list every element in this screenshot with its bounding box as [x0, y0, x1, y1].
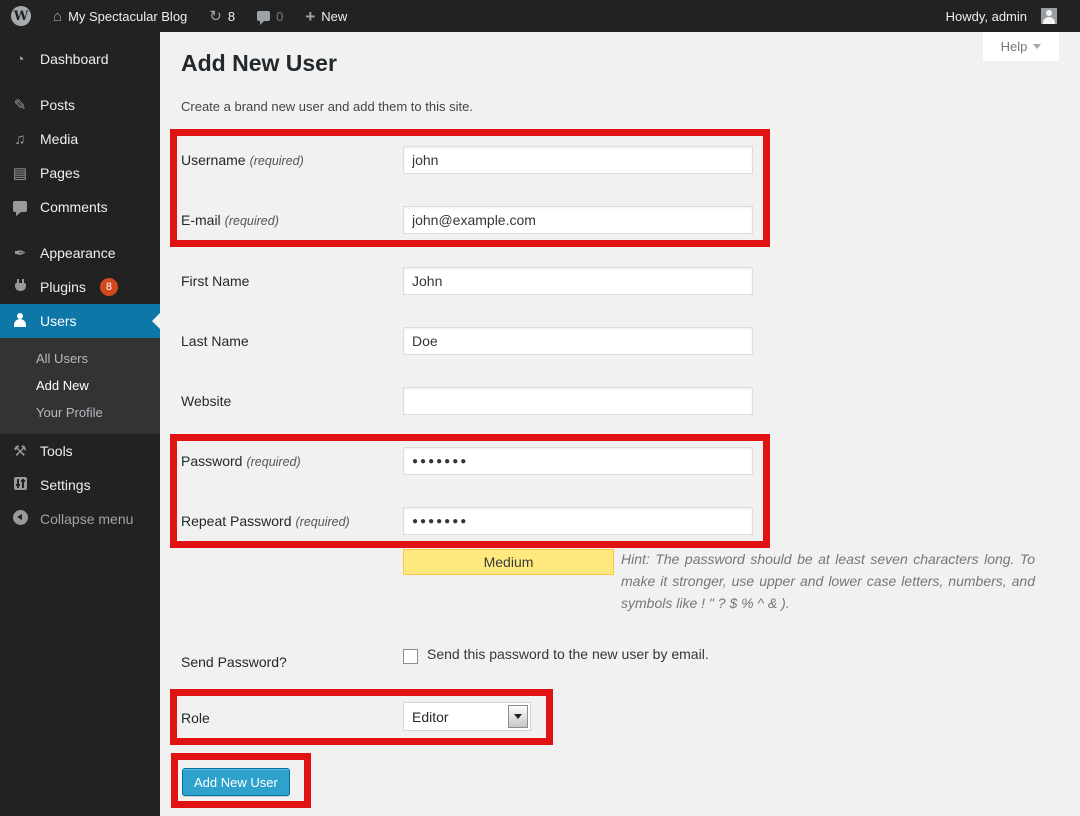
plus-icon: +: [305, 8, 315, 25]
main-content: Help Add New User Create a brand new use…: [160, 32, 1080, 816]
collapse-menu-label: Collapse menu: [40, 511, 133, 527]
users-submenu: All Users Add New Your Profile: [0, 338, 160, 434]
sidebar-item-tools[interactable]: ⚒ Tools: [0, 434, 160, 468]
updates-link[interactable]: ↻ 8: [198, 0, 246, 32]
new-label: New: [321, 9, 347, 24]
site-name-link[interactable]: ⌂ My Spectacular Blog: [42, 0, 198, 32]
last-name-label: Last Name: [181, 327, 399, 355]
chevron-down-icon: [514, 714, 522, 719]
pages-icon: ▤: [10, 166, 30, 181]
user-icon: [10, 313, 30, 330]
avatar: [1041, 8, 1057, 24]
role-label: Role: [181, 704, 399, 732]
comments-count: 0: [276, 9, 283, 24]
repeat-password-label: Repeat Password(required): [181, 507, 399, 536]
wrench-icon: ⚒: [10, 444, 30, 459]
website-input[interactable]: [403, 387, 753, 415]
menu-separator: [0, 76, 160, 88]
media-icon: ♫: [10, 132, 30, 147]
sliders-icon: [10, 477, 30, 493]
comment-bubble-icon: [257, 11, 270, 21]
first-name-input[interactable]: [403, 267, 753, 295]
current-menu-arrow: [152, 313, 160, 329]
password-strength-meter: Medium: [403, 549, 614, 575]
email-label: E-mail(required): [181, 206, 399, 235]
howdy-label: Howdy, admin: [946, 9, 1027, 24]
sidebar-item-posts[interactable]: ✎ Posts: [0, 88, 160, 122]
send-password-label: Send Password?: [181, 648, 399, 676]
sidebar-item-label: Comments: [40, 199, 108, 215]
updates-count: 8: [228, 9, 235, 24]
my-account-menu[interactable]: Howdy, admin: [935, 0, 1068, 32]
role-selected-value: Editor: [412, 709, 449, 725]
sidebar-item-plugins[interactable]: Plugins 8: [0, 270, 160, 304]
new-content-menu[interactable]: + New: [294, 0, 358, 32]
sidebar-item-settings[interactable]: Settings: [0, 468, 160, 502]
updates-icon: ↻: [209, 9, 222, 24]
username-input[interactable]: [403, 146, 753, 174]
wordpress-menu[interactable]: W: [0, 0, 42, 32]
sidebar-item-label: Appearance: [40, 245, 116, 261]
collapse-menu-button[interactable]: Collapse menu: [0, 502, 160, 536]
brush-icon: ✒: [10, 246, 30, 261]
sidebar-item-label: Pages: [40, 165, 80, 181]
page-title: Add New User: [181, 50, 337, 77]
sidebar-item-label: Settings: [40, 477, 91, 493]
sidebar-item-media[interactable]: ♫ Media: [0, 122, 160, 156]
sidebar-item-users[interactable]: Users: [0, 304, 160, 338]
send-password-checkbox[interactable]: [403, 649, 418, 664]
email-input[interactable]: [403, 206, 753, 234]
comments-bubble-icon: [10, 200, 30, 215]
sidebar-item-label: Plugins: [40, 279, 86, 295]
plugins-update-badge: 8: [100, 278, 118, 296]
add-new-user-button[interactable]: Add New User: [182, 768, 290, 796]
help-label: Help: [1001, 39, 1028, 54]
submenu-item-your-profile[interactable]: Your Profile: [0, 399, 160, 426]
password-label: Password(required): [181, 447, 399, 476]
dashboard-gauge-icon: ◔: [10, 52, 30, 67]
sidebar-item-appearance[interactable]: ✒ Appearance: [0, 236, 160, 270]
menu-separator: [0, 224, 160, 236]
sidebar-item-dashboard[interactable]: ◔ Dashboard: [0, 42, 160, 76]
comments-link[interactable]: 0: [246, 0, 294, 32]
sidebar-item-label: Media: [40, 131, 78, 147]
website-label: Website: [181, 387, 399, 415]
wordpress-logo-icon: W: [11, 6, 31, 26]
sidebar-item-label: Dashboard: [40, 51, 109, 67]
password-input[interactable]: [403, 447, 753, 475]
sidebar-item-label: Posts: [40, 97, 75, 113]
role-select[interactable]: Editor: [403, 702, 531, 731]
pushpin-icon: ✎: [10, 98, 30, 113]
help-button[interactable]: Help: [983, 32, 1059, 61]
home-icon: ⌂: [53, 9, 62, 24]
sidebar-item-label: Users: [40, 313, 77, 329]
sidebar-item-pages[interactable]: ▤ Pages: [0, 156, 160, 190]
last-name-input[interactable]: [403, 327, 753, 355]
page-subtitle: Create a brand new user and add them to …: [181, 99, 473, 114]
first-name-label: First Name: [181, 267, 399, 295]
admin-sidebar: ◔ Dashboard ✎ Posts ♫ Media ▤ Pages Comm…: [0, 32, 160, 816]
username-label: Username(required): [181, 146, 399, 175]
submenu-item-all-users[interactable]: All Users: [0, 345, 160, 372]
submenu-item-add-new[interactable]: Add New: [0, 372, 160, 399]
select-dropdown-button[interactable]: [508, 705, 528, 728]
sidebar-item-comments[interactable]: Comments: [0, 190, 160, 224]
send-password-checkbox-label: Send this password to the new user by em…: [427, 646, 709, 662]
sidebar-item-label: Tools: [40, 443, 73, 459]
plug-icon: [10, 279, 30, 296]
collapse-arrow-icon: [10, 510, 30, 528]
admin-bar: W ⌂ My Spectacular Blog ↻ 8 0 + New Howd…: [0, 0, 1080, 32]
chevron-down-icon: [1033, 44, 1041, 49]
repeat-password-input[interactable]: [403, 507, 753, 535]
site-name-label: My Spectacular Blog: [68, 9, 187, 24]
